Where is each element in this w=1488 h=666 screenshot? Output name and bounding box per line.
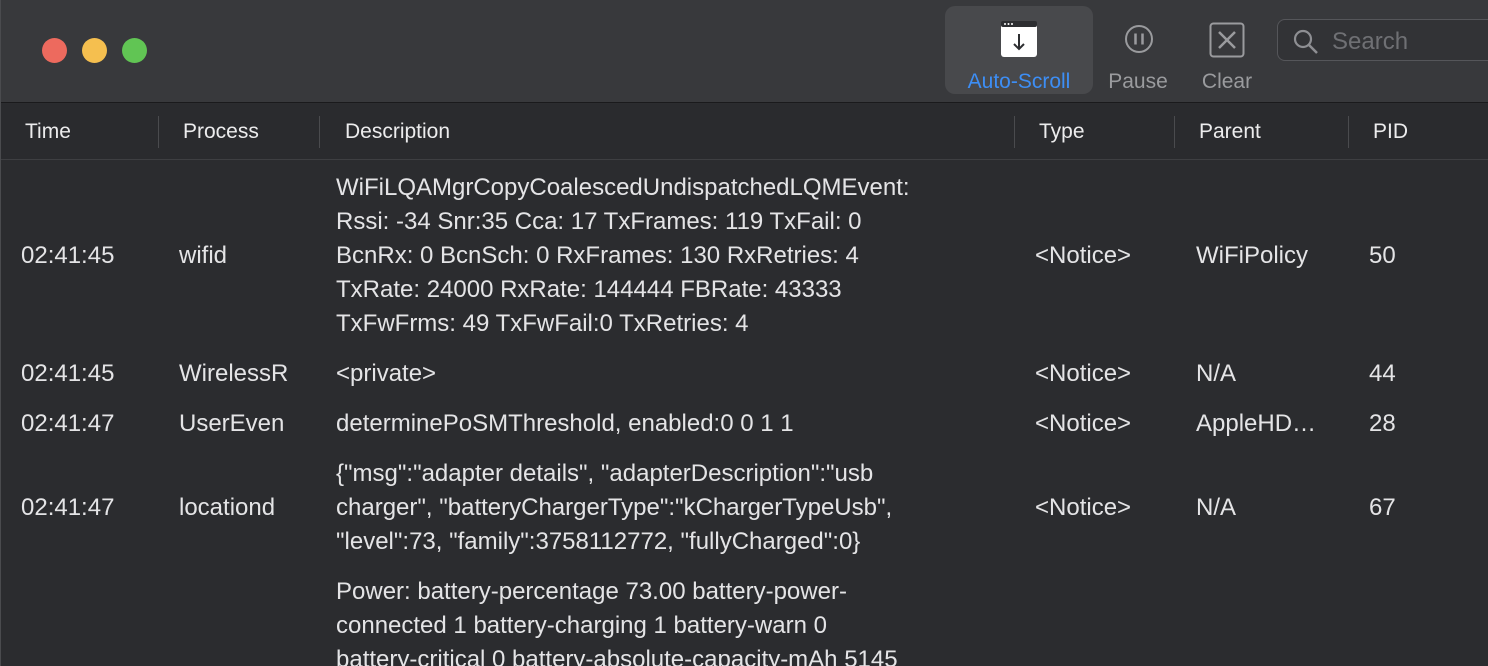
cell-description: {"msg":"adapter details", "adapterDescri… (336, 457, 1006, 559)
cell-pid: 67 (1369, 494, 1396, 521)
description-line: "level":73, "family":3758112772, "fullyC… (336, 528, 861, 555)
description-line: {"msg":"adapter details", "adapterDescri… (336, 460, 874, 487)
clear-label: Clear (1201, 70, 1253, 93)
cell-process: UserEven (179, 410, 285, 437)
log-table: 02:41:45 wifid WiFiLQAMgrCopyCoalescedUn… (1, 161, 1488, 666)
table-header: Time Process Description Type Parent PID (1, 104, 1488, 160)
search-icon (1292, 28, 1320, 61)
table-row[interactable]: 02:41:45 WirelessR <private> <Notice> N/… (1, 355, 1488, 395)
pause-label: Pause (1108, 70, 1168, 93)
cell-type: <Notice> (1035, 410, 1132, 437)
table-row[interactable]: Power: battery-percentage 73.00 battery-… (1, 573, 1488, 666)
cell-pid: 50 (1369, 242, 1396, 269)
cell-process: WirelessR (179, 360, 289, 387)
description-line: Rssi: -34 Snr:35 Cca: 17 TxFrames: 119 T… (336, 208, 862, 235)
cell-time: 02:41:45 (21, 360, 115, 387)
toolbar: Auto-Scroll Pause Clear Search (1, 0, 1488, 103)
description-line: battery-critical 0 battery-absolute-capa… (336, 646, 898, 666)
table-row[interactable]: 02:41:47 locationd {"msg":"adapter detai… (1, 455, 1488, 563)
cell-process: wifid (179, 242, 228, 269)
description-line: BcnRx: 0 BcnSch: 0 RxFrames: 130 RxRetri… (336, 242, 859, 269)
column-divider[interactable] (158, 116, 159, 148)
pause-icon (1124, 24, 1154, 59)
cell-pid: 28 (1369, 410, 1396, 437)
description-line: Power: battery-percentage 73.00 battery-… (336, 578, 847, 605)
cell-description: <private> (336, 357, 1006, 391)
column-header-description[interactable]: Description (345, 120, 450, 144)
cell-type: <Notice> (1035, 242, 1132, 269)
cell-type: <Notice> (1035, 494, 1132, 521)
column-header-time[interactable]: Time (25, 120, 71, 144)
cell-parent: N/A (1196, 360, 1237, 387)
search-field[interactable]: Search (1277, 19, 1488, 61)
console-window: Auto-Scroll Pause Clear Search Time Proc… (0, 0, 1488, 666)
clear-button[interactable]: Clear (1187, 6, 1267, 94)
description-line: charger", "batteryChargerType":"kCharger… (336, 494, 893, 521)
column-divider[interactable] (1014, 116, 1015, 148)
auto-scroll-label: Auto-Scroll (967, 70, 1071, 93)
column-header-pid[interactable]: PID (1373, 120, 1408, 144)
column-divider[interactable] (1348, 116, 1349, 148)
auto-scroll-icon (1000, 20, 1038, 63)
clear-icon (1209, 22, 1245, 63)
description-line: determinePoSMThreshold, enabled:0 0 1 1 (336, 410, 794, 437)
pause-button[interactable]: Pause (1099, 6, 1177, 94)
cell-pid: 44 (1369, 360, 1396, 387)
close-window-button[interactable] (42, 38, 67, 63)
column-divider[interactable] (1174, 116, 1175, 148)
cell-parent: N/A (1196, 494, 1237, 521)
cell-parent: AppleHD… (1196, 410, 1317, 437)
auto-scroll-button[interactable]: Auto-Scroll (945, 6, 1093, 94)
description-line: <private> (336, 360, 437, 387)
cell-process: locationd (179, 494, 276, 521)
column-header-process[interactable]: Process (183, 120, 259, 144)
cell-description: determinePoSMThreshold, enabled:0 0 1 1 (336, 407, 1006, 441)
cell-parent: WiFiPolicy (1196, 242, 1308, 269)
column-header-parent[interactable]: Parent (1199, 120, 1261, 144)
search-placeholder: Search (1332, 28, 1409, 55)
cell-type: <Notice> (1035, 360, 1132, 387)
cell-description: WiFiLQAMgrCopyCoalescedUndispatchedLQMEv… (336, 171, 1006, 341)
description-line: TxFwFrms: 49 TxFwFail:0 TxRetries: 4 (336, 310, 749, 337)
cell-time: 02:41:45 (21, 242, 115, 269)
cell-time: 02:41:47 (21, 494, 115, 521)
cell-time: 02:41:47 (21, 410, 115, 437)
table-row[interactable]: 02:41:47 UserEven determinePoSMThreshold… (1, 405, 1488, 445)
cell-description: Power: battery-percentage 73.00 battery-… (336, 575, 1006, 666)
description-line: connected 1 battery-charging 1 battery-w… (336, 612, 827, 639)
table-row[interactable]: 02:41:45 wifid WiFiLQAMgrCopyCoalescedUn… (1, 169, 1488, 345)
zoom-window-button[interactable] (122, 38, 147, 63)
column-divider[interactable] (319, 116, 320, 148)
minimize-window-button[interactable] (82, 38, 107, 63)
description-line: WiFiLQAMgrCopyCoalescedUndispatchedLQMEv… (336, 174, 910, 201)
column-header-type[interactable]: Type (1039, 120, 1085, 144)
description-line: TxRate: 24000 RxRate: 144444 FBRate: 433… (336, 276, 842, 303)
